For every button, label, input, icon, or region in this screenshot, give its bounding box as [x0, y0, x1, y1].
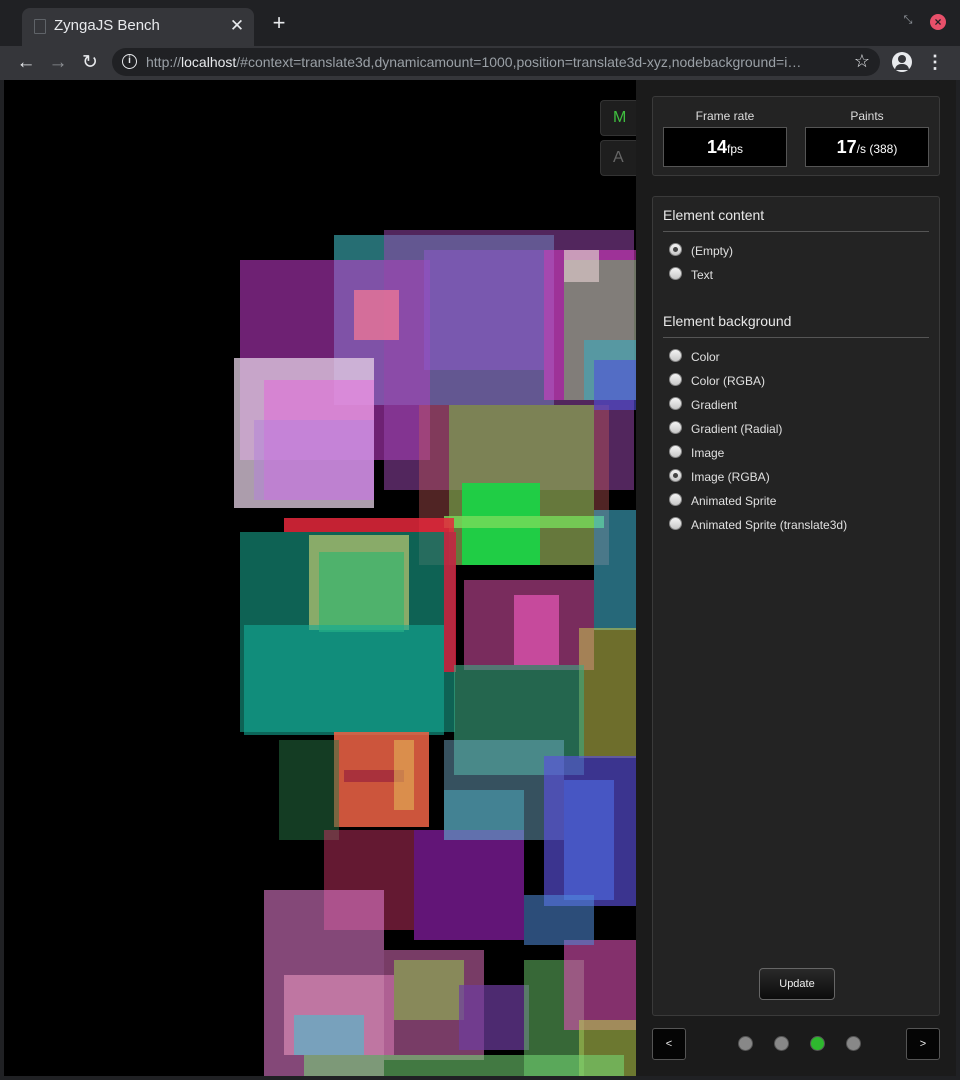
page-viewport: M A Frame rate Paints 14fps 17/s (388) E… — [4, 80, 956, 1076]
background-radio[interactable] — [669, 493, 682, 506]
sprite — [254, 420, 374, 500]
background-radio[interactable] — [669, 445, 682, 458]
close-icon[interactable]: ✕ — [228, 17, 246, 35]
sprite — [594, 360, 636, 410]
background-radio[interactable] — [669, 349, 682, 362]
content-radio[interactable] — [669, 267, 682, 280]
background-option-label: Gradient — [691, 398, 738, 412]
sprite — [394, 740, 414, 810]
background-radio[interactable] — [669, 469, 682, 482]
star-icon[interactable]: ☆ — [854, 51, 870, 72]
next-page-button[interactable]: > — [906, 1028, 940, 1060]
sprite — [279, 740, 339, 840]
browser-tab[interactable]: ZyngaJS Bench ✕ — [22, 8, 254, 46]
sprite — [594, 510, 636, 630]
page-dot[interactable] — [846, 1036, 861, 1051]
sprite — [564, 780, 614, 900]
sprite — [444, 790, 524, 840]
background-radio[interactable] — [669, 397, 682, 410]
close-window-icon[interactable]: × — [930, 14, 946, 30]
page-dot[interactable] — [810, 1036, 825, 1051]
sprite — [564, 940, 636, 1030]
update-button[interactable]: Update — [759, 968, 835, 1000]
sprite — [579, 628, 636, 758]
content-option-label: (Empty) — [691, 244, 733, 258]
background-radio[interactable] — [669, 421, 682, 434]
frame-rate-value: 14fps — [663, 127, 787, 167]
sprite — [424, 250, 544, 370]
tab-a[interactable]: A — [600, 140, 640, 176]
content-radio[interactable] — [669, 243, 682, 256]
sprite — [284, 518, 454, 532]
background-option-label: Color — [691, 350, 720, 364]
prev-page-button[interactable]: < — [652, 1028, 686, 1060]
frame-rate-label: Frame rate — [695, 109, 755, 123]
browser-toolbar: ← → ↻ i http://localhost/#context=transl… — [0, 46, 960, 80]
benchmark-stage — [4, 80, 636, 1076]
paints-label: Paints — [850, 109, 884, 123]
sprite — [244, 625, 444, 735]
new-tab-icon[interactable]: + — [268, 12, 290, 34]
sprite — [444, 532, 456, 672]
sprite — [414, 830, 524, 940]
element-content-title: Element content — [663, 207, 765, 223]
element-background-title: Element background — [663, 313, 792, 329]
sprite — [319, 552, 404, 632]
page-icon — [34, 19, 46, 34]
divider — [663, 337, 929, 338]
url-text[interactable]: http://localhost/#context=translate3d,dy… — [146, 54, 836, 70]
url-scheme: http:// — [146, 54, 182, 70]
account-icon[interactable] — [892, 52, 912, 72]
info-icon[interactable]: i — [122, 54, 137, 69]
tab-strip: ZyngaJS Bench ✕ + ⤡ × — [0, 0, 960, 46]
background-option-label: Image — [691, 446, 725, 460]
url-path: /#context=translate3d,dynamicamount=1000… — [236, 54, 802, 70]
tab-title: ZyngaJS Bench — [54, 17, 160, 34]
background-option-label: Image (RGBA) — [691, 470, 770, 484]
browser-window: ZyngaJS Bench ✕ + ⤡ × ← → ↻ i http://loc… — [0, 0, 960, 1080]
restore-window-icon[interactable]: ⤡ — [900, 14, 916, 30]
content-option-label: Text — [691, 268, 714, 282]
sprite — [524, 895, 594, 945]
background-option-label: Gradient (Radial) — [691, 422, 783, 436]
page-dot[interactable] — [774, 1036, 789, 1051]
sprite — [304, 1055, 624, 1076]
address-bar[interactable]: i http://localhost/#context=translate3d,… — [112, 48, 880, 76]
background-radio[interactable] — [669, 517, 682, 530]
url-host: localhost — [181, 54, 237, 70]
options-box: Element content (Empty) Text Element back… — [652, 196, 940, 1016]
background-option-label: Animated Sprite — [691, 494, 777, 508]
forward-icon[interactable]: → — [45, 50, 71, 76]
paints-value: 17/s (388) — [805, 127, 929, 167]
sprite — [564, 250, 599, 282]
divider — [663, 231, 929, 232]
sprite — [394, 960, 464, 1020]
sprite — [459, 985, 529, 1050]
stats-box: Frame rate Paints 14fps 17/s (388) — [652, 96, 940, 176]
frame-rate-unit: fps — [727, 142, 744, 156]
settings-panel: Frame rate Paints 14fps 17/s (388) Eleme… — [636, 80, 956, 1076]
kebab-menu-icon[interactable]: ⋮ — [926, 52, 944, 72]
background-option-label: Animated Sprite (translate3d) — [691, 518, 848, 532]
paints-unit: /s (388) — [856, 142, 898, 156]
sprite — [444, 516, 604, 528]
reload-icon[interactable]: ↻ — [77, 50, 103, 76]
frame-rate-number: 14 — [706, 137, 727, 157]
paints-number: 17 — [836, 137, 857, 157]
page-dot[interactable] — [738, 1036, 753, 1051]
back-icon[interactable]: ← — [13, 50, 39, 76]
background-option-label: Color (RGBA) — [691, 374, 766, 388]
tab-monitor[interactable]: M — [600, 100, 640, 136]
sprite — [354, 290, 399, 340]
sprite — [294, 1015, 364, 1055]
background-radio[interactable] — [669, 373, 682, 386]
sprite — [514, 595, 559, 665]
